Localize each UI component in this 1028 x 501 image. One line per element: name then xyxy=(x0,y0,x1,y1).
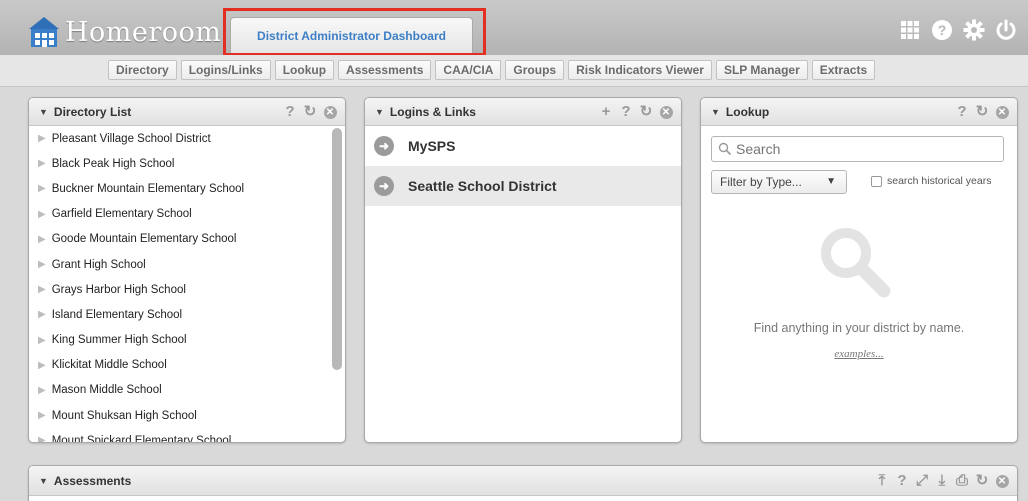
refresh-icon[interactable]: ↻ xyxy=(975,472,989,489)
expand-arrow-icon[interactable]: ▶ xyxy=(38,435,46,442)
expand-arrow-icon[interactable]: ▶ xyxy=(38,234,46,245)
main-nav: Directory Logins/Links Lookup Assessment… xyxy=(0,55,1028,87)
nav-tab-directory[interactable]: Directory xyxy=(108,60,177,80)
list-item[interactable]: ▶ Mount Spickard Elementary School xyxy=(29,428,331,442)
nav-tab-risk-indicators-viewer[interactable]: Risk Indicators Viewer xyxy=(568,60,712,80)
list-item[interactable]: ▶ Mason Middle School xyxy=(29,378,331,403)
panel-header: ▼ Assessments ⤒ ? ⤢ ⤓ ⎙ ↻ ✕ xyxy=(29,466,1017,496)
dropdown-caret-icon: ▼ xyxy=(826,176,836,187)
nav-tab-lookup[interactable]: Lookup xyxy=(274,60,335,80)
list-item[interactable]: ▶ Grays Harbor High School xyxy=(29,277,331,302)
list-item[interactable]: ▶ Pleasant Village School District xyxy=(29,126,331,151)
highlight-annotation-box xyxy=(223,8,486,56)
expand-arrow-icon[interactable]: ▶ xyxy=(38,133,46,144)
search-input[interactable] xyxy=(736,141,986,157)
expand-arrow-icon[interactable]: ▶ xyxy=(38,209,46,220)
directory-list-panel: ▼ Directory List ? ↻ ✕ ▶ Pleasant Village… xyxy=(28,97,346,443)
large-search-icon xyxy=(821,228,891,298)
apps-grid-icon[interactable] xyxy=(898,18,922,42)
panel-title: Lookup xyxy=(725,104,770,119)
link-arrow-icon: ➜ xyxy=(374,136,394,156)
checkbox[interactable] xyxy=(871,175,882,187)
panel-title: Logins & Links xyxy=(389,104,476,119)
login-link-item[interactable]: ➜ Seattle School District xyxy=(365,166,681,206)
print-icon[interactable]: ⎙ xyxy=(955,472,969,489)
close-icon[interactable]: ✕ xyxy=(995,105,1009,119)
close-icon[interactable]: ✕ xyxy=(995,474,1009,488)
examples-link[interactable]: examples... xyxy=(701,348,1017,360)
panel-header: ▼ Lookup ? ↻ ✕ xyxy=(701,98,1017,126)
list-item[interactable]: ▶ Klickitat Middle School xyxy=(29,353,331,378)
help-icon[interactable]: ? xyxy=(930,18,954,42)
help-icon[interactable]: ? xyxy=(619,103,633,120)
search-field[interactable] xyxy=(711,136,1004,162)
expand-arrow-icon[interactable]: ▶ xyxy=(38,183,46,194)
nav-tab-caa-cia[interactable]: CAA/CIA xyxy=(435,60,502,80)
expand-arrow-icon[interactable]: ▶ xyxy=(38,360,46,371)
list-item[interactable]: ▶ Grant High School xyxy=(29,252,331,277)
help-icon[interactable]: ? xyxy=(895,472,909,489)
school-house-icon xyxy=(29,17,59,47)
login-link-item[interactable]: ➜ MySPS xyxy=(365,126,681,166)
list-item[interactable]: ▶ Goode Mountain Elementary School xyxy=(29,227,331,252)
refresh-icon[interactable]: ↻ xyxy=(639,103,653,120)
help-icon[interactable]: ? xyxy=(283,103,297,120)
refresh-icon[interactable]: ↻ xyxy=(975,103,989,120)
expand-arrow-icon[interactable]: ▶ xyxy=(38,309,46,320)
expand-arrow-icon[interactable]: ▶ xyxy=(38,335,46,346)
list-item[interactable]: ▶ Island Elementary School xyxy=(29,302,331,327)
collapse-triangle-icon[interactable]: ▼ xyxy=(39,107,48,117)
power-logout-icon[interactable] xyxy=(994,18,1018,42)
close-icon[interactable]: ✕ xyxy=(323,105,337,119)
nav-tab-extracts[interactable]: Extracts xyxy=(811,60,876,80)
collapse-triangle-icon[interactable]: ▼ xyxy=(39,476,48,486)
search-icon xyxy=(718,142,732,156)
list-item[interactable]: ▶ Black Peak High School xyxy=(29,151,331,176)
svg-text:?: ? xyxy=(938,22,947,38)
search-historical-checkbox[interactable]: search historical years xyxy=(871,175,991,187)
collapse-triangle-icon[interactable]: ▼ xyxy=(375,107,384,117)
filter-by-type-dropdown[interactable]: Filter by Type... ▼ xyxy=(711,170,847,194)
lookup-empty-message: Find anything in your district by name. xyxy=(753,321,965,335)
settings-gear-icon[interactable] xyxy=(962,18,986,42)
panel-title: Directory List xyxy=(53,104,132,119)
expand-icon[interactable]: ⤢ xyxy=(915,472,929,489)
panel-header: ▼ Directory List ? ↻ ✕ xyxy=(29,98,345,126)
nav-tab-assessments[interactable]: Assessments xyxy=(338,60,432,80)
assessments-panel: ▼ Assessments ⤒ ? ⤢ ⤓ ⎙ ↻ ✕ xyxy=(28,465,1018,501)
link-arrow-icon: ➜ xyxy=(374,176,394,196)
logins-links-panel: ▼ Logins & Links + ? ↻ ✕ ➜ MySPS ➜ Seatt… xyxy=(364,97,682,443)
list-item[interactable]: ▶ Garfield Elementary School xyxy=(29,202,331,227)
list-item[interactable]: ▶ Buckner Mountain Elementary School xyxy=(29,176,331,201)
help-icon[interactable]: ? xyxy=(955,103,969,120)
directory-list: ▶ Pleasant Village School District ▶ Black… xyxy=(29,126,331,442)
collapse-triangle-icon[interactable]: ▼ xyxy=(711,107,720,117)
scrollbar-thumb[interactable] xyxy=(332,128,342,370)
nav-tab-groups[interactable]: Groups xyxy=(505,60,565,80)
download-icon[interactable]: ⤓ xyxy=(935,472,949,489)
expand-arrow-icon[interactable]: ▶ xyxy=(38,158,46,169)
expand-arrow-icon[interactable]: ▶ xyxy=(38,284,46,295)
add-icon[interactable]: + xyxy=(599,103,613,120)
app-header: Homeroom District Administrator Dashboar… xyxy=(0,0,1028,56)
refresh-icon[interactable]: ↻ xyxy=(303,103,317,120)
lookup-panel: ▼ Lookup ? ↻ ✕ Filter by Type... ▼ searc… xyxy=(700,97,1018,443)
panel-title: Assessments xyxy=(53,473,132,488)
app-name: Homeroom xyxy=(65,16,222,48)
list-item[interactable]: ▶ King Summer High School xyxy=(29,328,331,353)
nav-tab-logins-links[interactable]: Logins/Links xyxy=(180,60,271,80)
app-logo[interactable]: Homeroom xyxy=(27,14,221,50)
close-icon[interactable]: ✕ xyxy=(659,105,673,119)
list-item[interactable]: ▶ Mount Shuksan High School xyxy=(29,403,331,428)
expand-arrow-icon[interactable]: ▶ xyxy=(38,385,46,396)
nav-tab-slp-manager[interactable]: SLP Manager xyxy=(715,60,808,80)
expand-arrow-icon[interactable]: ▶ xyxy=(38,410,46,421)
pin-to-top-icon[interactable]: ⤒ xyxy=(875,472,889,489)
expand-arrow-icon[interactable]: ▶ xyxy=(38,259,46,270)
panel-header: ▼ Logins & Links + ? ↻ ✕ xyxy=(365,98,681,126)
